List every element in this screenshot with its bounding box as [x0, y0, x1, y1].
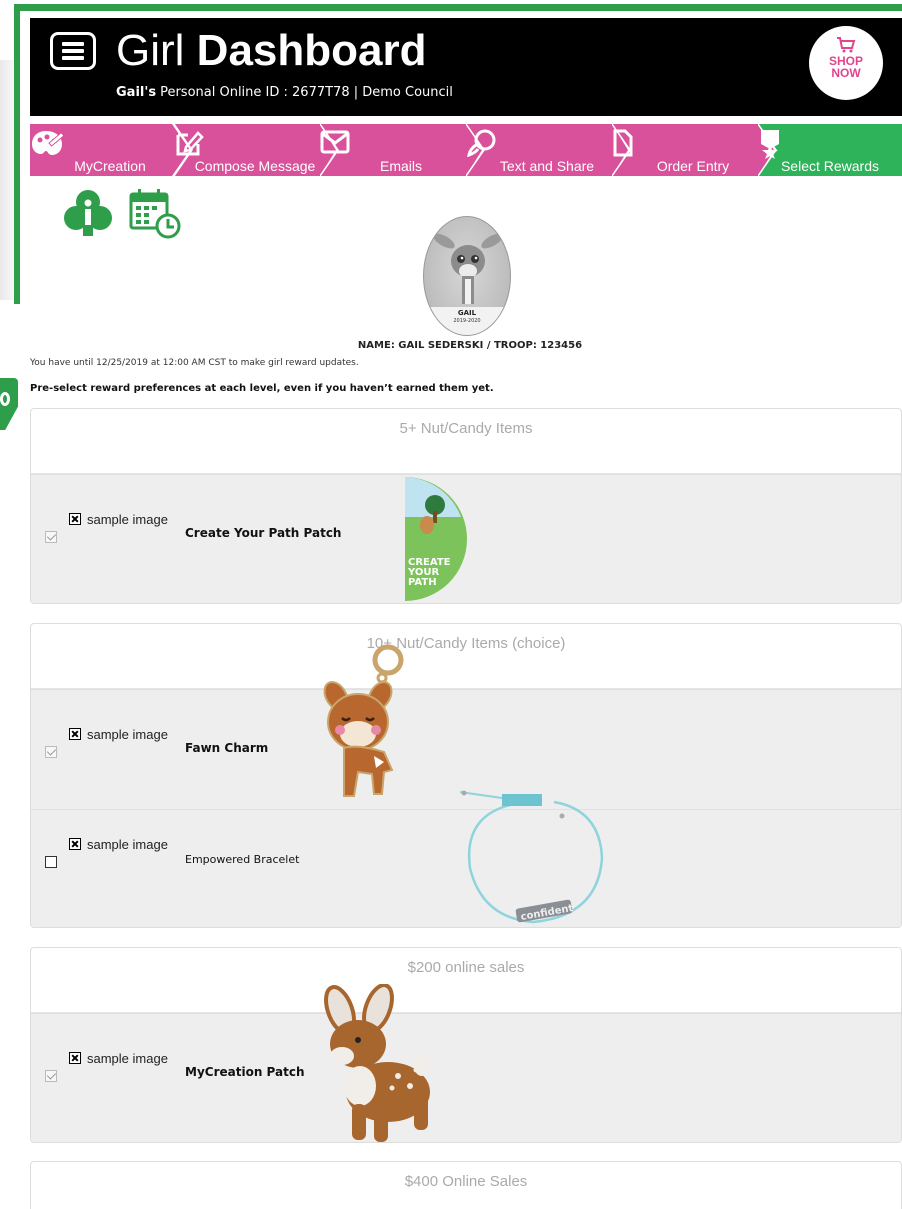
online-id-text: Personal Online ID : 2677T78 | Demo Coun… [160, 85, 453, 100]
step-label: Emails [379, 158, 422, 174]
step-select-rewards[interactable]: Select Rewards [758, 124, 902, 176]
info-trefoil-icon[interactable] [63, 188, 113, 238]
reward-checkbox[interactable] [45, 531, 57, 543]
girl-avatar: GAIL 2019-2020 [423, 216, 511, 336]
step-label: MyCreation [74, 158, 146, 174]
broken-image-icon [69, 1052, 81, 1064]
reward-checkbox[interactable] [45, 1070, 57, 1082]
reward-level-title: 5+ Nut/Candy Items [31, 409, 901, 474]
avatar-year: 2019-2020 [453, 318, 481, 324]
reward-row: sample image Create Your Path Patch CREA… [31, 474, 901, 603]
step-text-and-share[interactable]: Text and Share [466, 124, 628, 176]
step-label: Compose Message [194, 158, 316, 174]
broken-image-icon [69, 838, 81, 850]
create-your-path-patch-image: CREATEYOURPATH [405, 477, 467, 601]
green-frame-top [18, 4, 902, 11]
girl-name-troop: NAME: GAIL SEDERSKI / TROOP: 123456 [357, 340, 583, 351]
sample-image-placeholder: sample image [69, 1051, 168, 1066]
page-title: Girl Dashboard [116, 26, 427, 75]
sample-image-placeholder: sample image [69, 837, 168, 852]
step-label: Order Entry [656, 158, 730, 174]
fawn-avatar-icon [433, 233, 503, 304]
girl-name: Gail's [116, 85, 157, 100]
reward-row: sample image MyCreation Patch [31, 1013, 901, 1142]
avatar-name: GAIL [457, 309, 477, 317]
step-compose-message[interactable]: Compose Message [174, 124, 336, 176]
reward-level-title: $200 online sales [31, 948, 901, 1013]
calendar-clock-icon[interactable] [128, 186, 184, 240]
sample-image-placeholder: sample image [69, 512, 168, 527]
plush-fawn-image [324, 984, 430, 1142]
reward-level-title: $400 Online Sales [31, 1162, 901, 1209]
reward-level-panel: $400 Online Sales [30, 1161, 902, 1209]
side-help-tab[interactable] [0, 378, 18, 430]
broken-image-icon [69, 513, 81, 525]
preselect-instructions: Pre-select reward preferences at each le… [30, 383, 494, 394]
reward-name: MyCreation Patch [185, 1065, 305, 1079]
step-navigation: MyCreation Compose Message Emails Text a… [30, 124, 902, 176]
step-mycreation[interactable]: MyCreation [30, 124, 190, 176]
reward-level-panel: $200 online sales sample image MyCreatio… [30, 947, 902, 1143]
cart-icon [837, 37, 856, 53]
reward-name: Fawn Charm [185, 741, 269, 755]
dashboard-header: Girl Dashboard Gail's Personal Online ID … [30, 18, 902, 116]
shop-now-button[interactable]: SHOP NOW [809, 26, 883, 100]
reward-level-title: 10+ Nut/Candy Items (choice) [31, 624, 901, 689]
green-frame-left [14, 4, 20, 304]
reward-level-panel: 5+ Nut/Candy Items sample image Create Y… [30, 408, 902, 604]
step-order-entry[interactable]: Order Entry [612, 124, 774, 176]
deadline-notice: You have until 12/25/2019 at 12:00 AM CS… [30, 358, 359, 368]
reward-name: Create Your Path Patch [185, 526, 342, 540]
step-label: Select Rewards [780, 158, 880, 174]
fawn-charm-image [323, 644, 404, 797]
sample-image-placeholder: sample image [69, 727, 168, 742]
reward-checkbox[interactable] [45, 746, 57, 758]
hamburger-menu-button[interactable] [50, 32, 96, 70]
step-emails[interactable]: Emails [320, 124, 482, 176]
svg-text:PATH: PATH [408, 577, 437, 588]
girl-id-line: Gail's Personal Online ID : 2677T78 | Dem… [116, 85, 453, 100]
reward-name: Empowered Bracelet [185, 853, 300, 866]
empowered-bracelet-image: confident [459, 790, 604, 924]
broken-image-icon [69, 728, 81, 740]
step-label: Text and Share [499, 158, 595, 174]
reward-checkbox[interactable] [45, 856, 57, 868]
